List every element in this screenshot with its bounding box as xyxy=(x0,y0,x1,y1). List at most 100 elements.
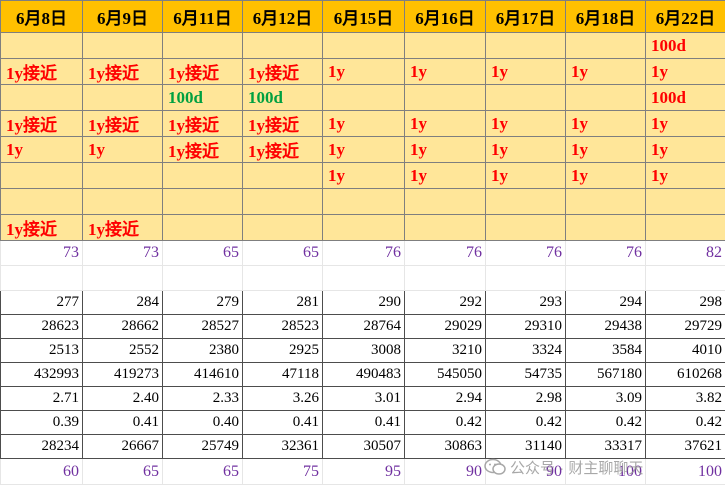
score-cell: 82 xyxy=(645,240,725,266)
signal-cell xyxy=(0,162,83,189)
signal-cell xyxy=(322,32,405,59)
blank-cell xyxy=(485,265,566,291)
signal-cell xyxy=(0,32,83,59)
signal-cell xyxy=(162,214,243,241)
signal-cell: 1y接近 xyxy=(162,58,243,85)
data-cell: 277 xyxy=(0,290,83,315)
signal-cell: 1y xyxy=(404,58,486,85)
data-cell: 3584 xyxy=(565,338,646,363)
data-cell: 32361 xyxy=(242,434,323,459)
signal-cell: 1y xyxy=(485,162,566,189)
signal-cell xyxy=(0,84,83,111)
data-cell: 29310 xyxy=(485,314,566,339)
score-cell: 76 xyxy=(485,240,566,266)
data-row: 0.39 0.41 0.40 0.41 0.41 0.42 0.42 0.42 0.42 xyxy=(0,410,725,435)
signal-cell: 100d xyxy=(162,84,243,111)
signal-cell: 1y接近 xyxy=(0,58,83,85)
date-header: 6月12日 xyxy=(242,0,323,33)
data-cell: 293 xyxy=(485,290,566,315)
signal-cell: 1y xyxy=(645,136,725,163)
signal-cell: 100d xyxy=(645,32,725,59)
data-row: 28623 28662 28527 28523 28764 29029 29310 29438… xyxy=(0,314,725,339)
signal-cell xyxy=(0,188,83,215)
date-header: 6月18日 xyxy=(565,0,646,33)
date-header: 6月16日 xyxy=(404,0,486,33)
signal-cell xyxy=(565,214,646,241)
signal-cell: 1y接近 xyxy=(82,110,163,137)
data-cell: 30507 xyxy=(322,434,405,459)
data-cell: 2.98 xyxy=(485,386,566,411)
date-header: 6月11日 xyxy=(162,0,243,33)
signal-cell: 1y xyxy=(404,136,486,163)
signal-cell: 100d xyxy=(242,84,323,111)
signal-cell xyxy=(242,162,323,189)
signal-row: 1y 1y 1y接近 1y接近 1y 1y 1y 1y 1y xyxy=(0,136,725,163)
data-cell: 567180 xyxy=(565,362,646,387)
signal-cell: 1y xyxy=(404,110,486,137)
blank-cell xyxy=(162,265,243,291)
signal-row: 1y接近 1y接近 1y接近 1y接近 1y 1y 1y 1y 1y xyxy=(0,110,725,137)
signal-cell: 1y xyxy=(404,162,486,189)
signal-cell xyxy=(485,84,566,111)
data-cell: 2.94 xyxy=(404,386,486,411)
date-header: 6月22日 xyxy=(645,0,725,33)
data-cell: 0.41 xyxy=(82,410,163,435)
data-cell: 29729 xyxy=(645,314,725,339)
data-cell: 298 xyxy=(645,290,725,315)
signal-cell: 1y xyxy=(0,136,83,163)
signal-cell: 1y xyxy=(565,110,646,137)
signal-cell xyxy=(242,214,323,241)
date-header: 6月15日 xyxy=(322,0,405,33)
blank-row xyxy=(0,265,725,291)
signal-cell xyxy=(645,188,725,215)
signal-cell xyxy=(82,188,163,215)
data-cell: 432993 xyxy=(0,362,83,387)
data-cell: 3.26 xyxy=(242,386,323,411)
signal-cell xyxy=(322,188,405,215)
blank-cell xyxy=(322,265,405,291)
signal-cell xyxy=(565,188,646,215)
signal-cell: 1y接近 xyxy=(162,136,243,163)
signal-cell: 1y xyxy=(322,58,405,85)
data-cell: 3.01 xyxy=(322,386,405,411)
score-cell: 76 xyxy=(565,240,646,266)
signal-cell: 1y xyxy=(485,110,566,137)
bottom-cell: 95 xyxy=(322,458,405,485)
data-cell: 3324 xyxy=(485,338,566,363)
data-cell: 25749 xyxy=(162,434,243,459)
signal-cell xyxy=(162,188,243,215)
data-cell: 26667 xyxy=(82,434,163,459)
signal-cell xyxy=(82,32,163,59)
signal-cell: 1y xyxy=(485,136,566,163)
data-cell: 28234 xyxy=(0,434,83,459)
signal-row: 1y接近 1y接近 1y接近 1y接近 1y 1y 1y 1y 1y xyxy=(0,58,725,85)
data-cell: 0.41 xyxy=(322,410,405,435)
signal-cell xyxy=(82,162,163,189)
signal-cell xyxy=(404,214,486,241)
signal-cell: 1y接近 xyxy=(0,110,83,137)
signal-cell xyxy=(162,32,243,59)
data-cell: 0.42 xyxy=(404,410,486,435)
data-cell: 30863 xyxy=(404,434,486,459)
signal-cell: 1y接近 xyxy=(242,136,323,163)
score-cell: 73 xyxy=(82,240,163,266)
blank-cell xyxy=(565,265,646,291)
data-cell: 3008 xyxy=(322,338,405,363)
blank-cell xyxy=(242,265,323,291)
signal-cell xyxy=(242,188,323,215)
signal-row xyxy=(0,188,725,215)
signal-cell: 1y xyxy=(322,136,405,163)
data-cell: 290 xyxy=(322,290,405,315)
watermark: 公众号 · 财主聊聊天 xyxy=(484,454,720,480)
signal-cell: 1y接近 xyxy=(82,214,163,241)
signal-cell: 1y xyxy=(645,162,725,189)
signal-cell: 1y xyxy=(322,162,405,189)
data-cell: 29029 xyxy=(404,314,486,339)
signal-cell xyxy=(322,214,405,241)
data-cell: 2925 xyxy=(242,338,323,363)
bottom-cell: 65 xyxy=(162,458,243,485)
data-cell: 294 xyxy=(565,290,646,315)
data-cell: 281 xyxy=(242,290,323,315)
data-sheet: 6月8日 6月9日 6月11日 6月12日 6月15日 6月16日 6月17日 6月18日 6月… xyxy=(0,0,725,485)
signal-cell xyxy=(162,162,243,189)
